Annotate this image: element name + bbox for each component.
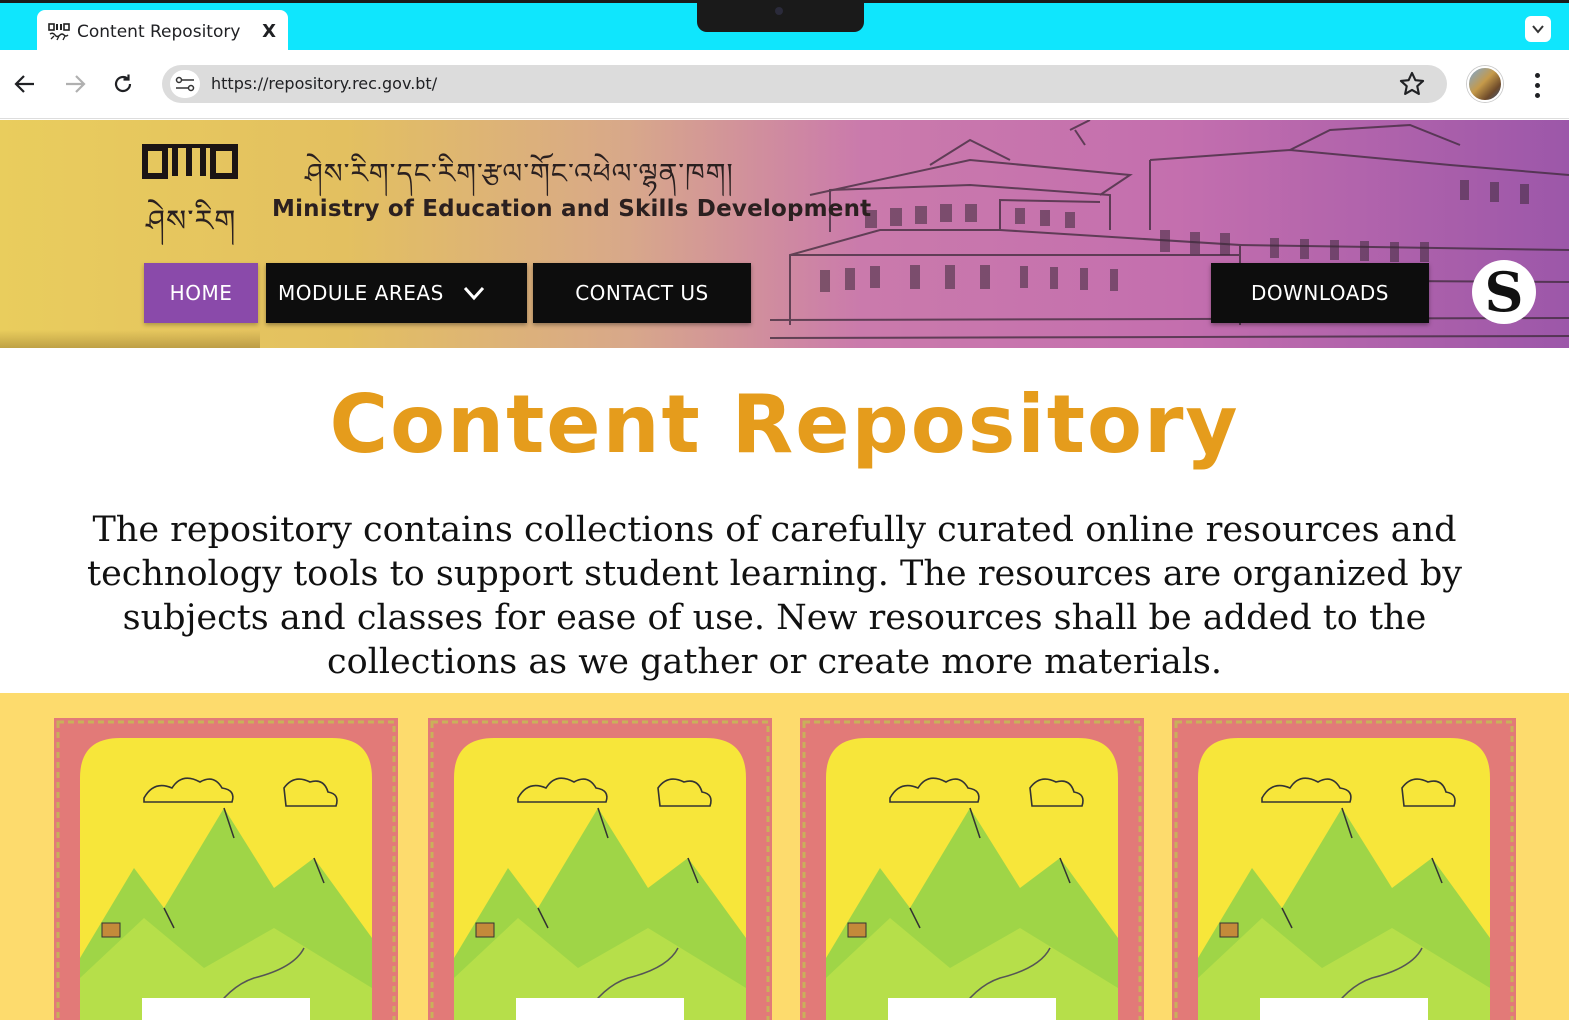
site-header: ཤེས་རིག ཤེས་རིག་དང་རིག་རྩལ་གོང་འཕེལ་ལྷན་… [0,120,1569,348]
nav-downloads-label: DOWNLOADS [1251,281,1389,305]
browser-tabstrip: Content Repository X [0,0,1569,53]
resource-card[interactable] [428,718,772,1020]
nav-contact-us-button[interactable]: CONTACT US [533,263,751,323]
site-info-button[interactable] [170,70,200,98]
reload-icon [114,74,132,93]
dzong-illustration [770,120,1569,339]
intro-paragraph: The repository contains collections of c… [87,510,1462,682]
nav-downloads-button[interactable]: DOWNLOADS [1211,263,1429,323]
card-label-area [142,998,310,1020]
logo-script-label: ཤེས་རིག [146,204,237,239]
profile-avatar[interactable] [1467,66,1503,102]
card-label-area [516,998,684,1020]
card-illustration [800,718,1144,1020]
header-decoration [0,330,260,348]
tab-search-button[interactable] [1525,16,1551,42]
resource-card[interactable] [800,718,1144,1020]
card-label-area [888,998,1056,1020]
resource-card[interactable] [1172,718,1516,1020]
resource-cards-section [0,693,1569,1020]
arrow-left-icon [14,75,34,93]
browser-toolbar: https://repository.rec.gov.bt/ [0,50,1569,119]
camera-notch [697,3,864,32]
tune-icon [175,76,195,92]
nav-module-areas-label: MODULE AREAS [278,281,444,305]
bookmark-button[interactable] [1397,69,1427,99]
address-bar[interactable]: https://repository.rec.gov.bt/ [162,65,1447,103]
card-illustration [428,718,772,1020]
back-button[interactable] [9,68,41,100]
nav-home-label: HOME [169,281,233,305]
s-badge-letter: S [1484,260,1524,324]
ministry-favicon-icon [47,20,71,44]
web-page: ཤེས་རིག ཤེས་རིག་དང་རིག་རྩལ་གོང་འཕེལ་ལྷན་… [0,120,1569,1020]
resource-card[interactable] [54,718,398,1020]
card-illustration [1172,718,1516,1020]
reload-button[interactable] [107,68,139,100]
browser-menu-button[interactable] [1527,70,1547,100]
chevron-down-icon [1532,25,1544,34]
card-label-area [1260,998,1428,1020]
star-icon [1399,71,1425,95]
card-illustration [54,718,398,1020]
page-title: Content Repository [329,378,1240,471]
s-badge-button[interactable]: S [1472,260,1536,324]
arrow-right-icon [66,75,86,93]
tab-close-button[interactable]: X [262,21,276,42]
chevron-down-icon [462,284,486,302]
url-text[interactable]: https://repository.rec.gov.bt/ [211,74,437,93]
nav-contact-us-label: CONTACT US [575,281,709,305]
tab-title: Content Repository [77,21,241,42]
ministry-name: Ministry of Education and Skills Develop… [272,196,872,222]
nav-module-areas-dropdown[interactable]: MODULE AREAS [266,263,527,323]
browser-tab[interactable]: Content Repository X [37,10,288,53]
forward-button[interactable] [59,68,91,100]
nav-home-button[interactable]: HOME [144,263,258,323]
